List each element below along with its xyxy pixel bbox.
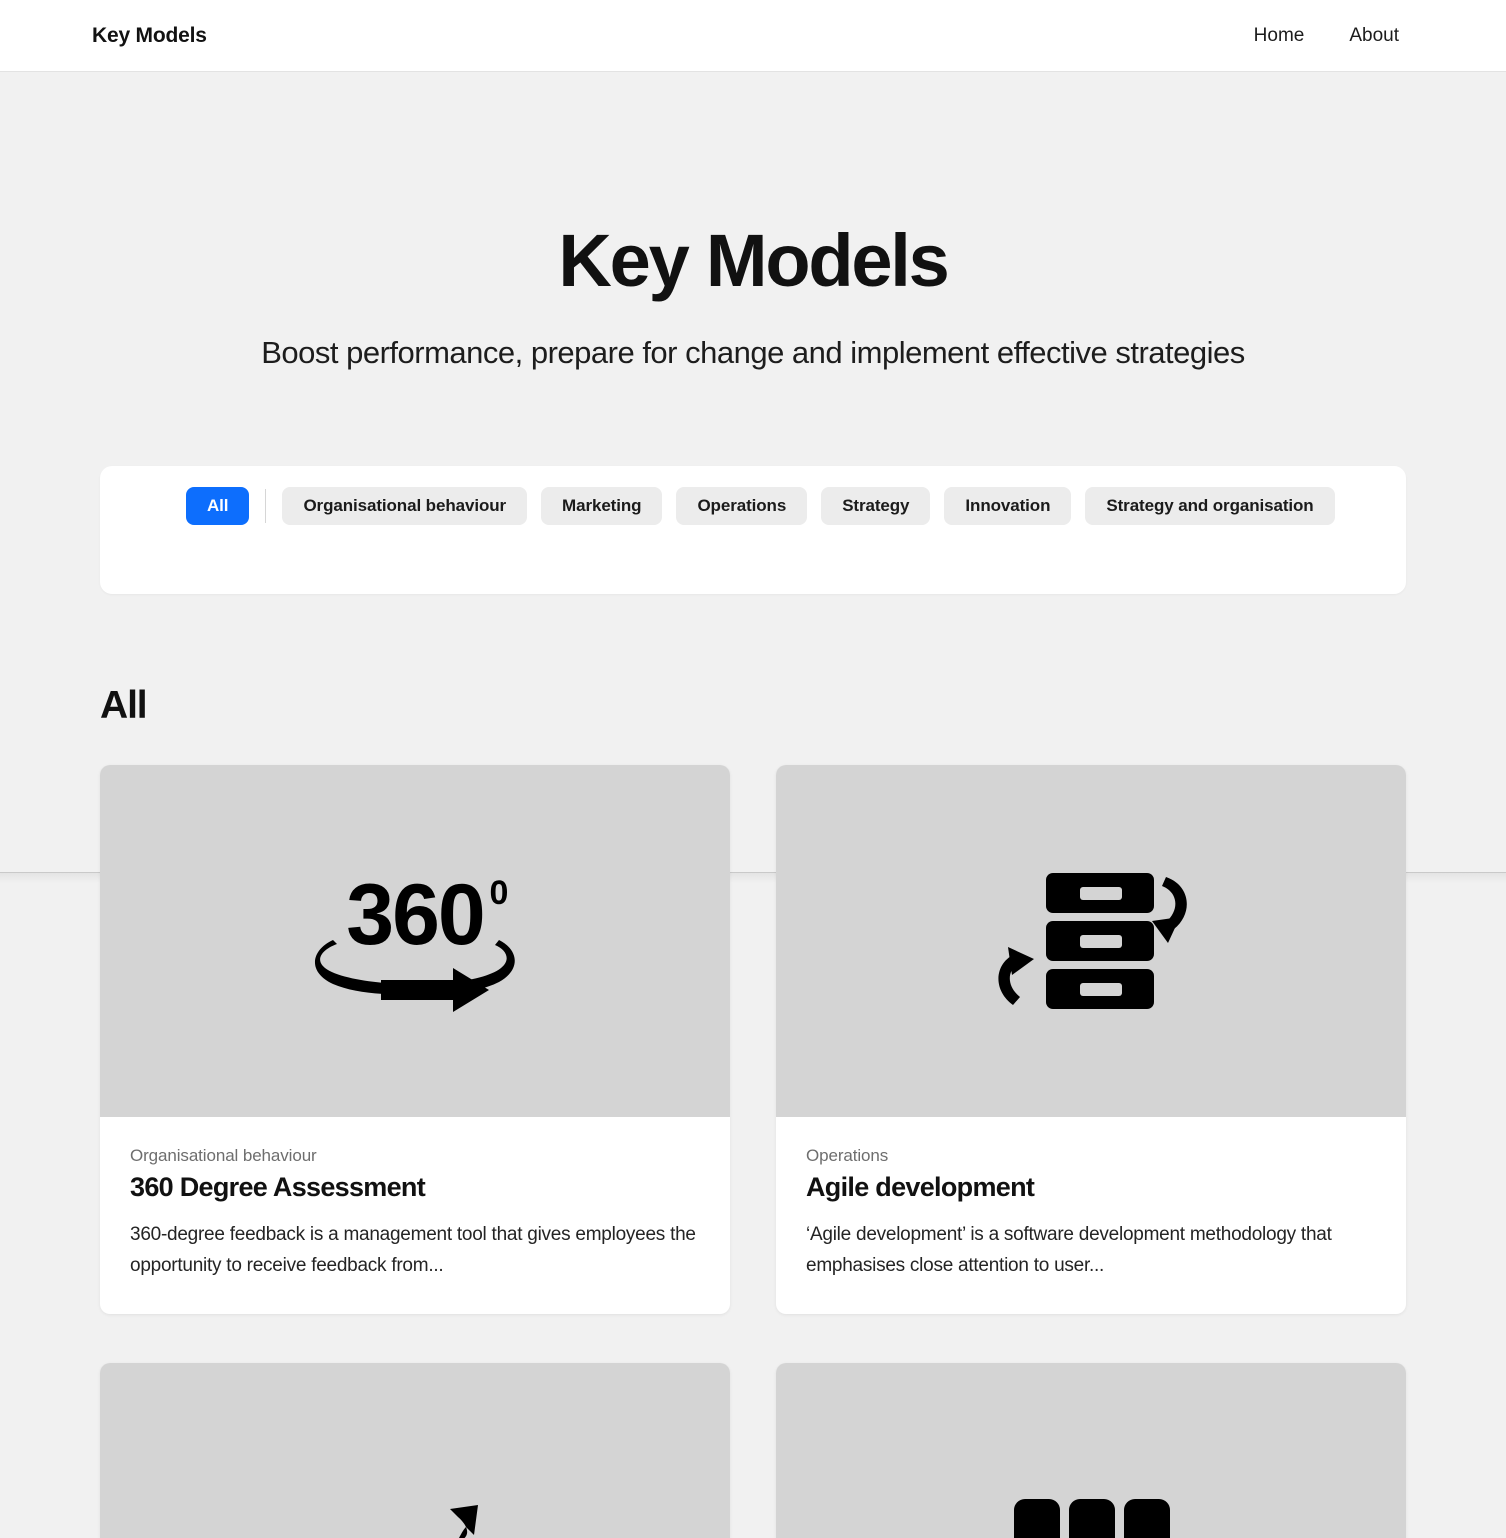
page-content: Key Models Boost performance, prepare fo… [0,72,1506,1538]
page-title: Key Models [558,219,949,302]
main-navigation: Home About [1254,25,1414,47]
three-squares-icon [1013,1499,1170,1538]
filter-pill-all[interactable]: All [186,486,250,525]
nav-link-about[interactable]: About [1349,25,1399,47]
page-subtitle: Boost performance, prepare for change an… [261,334,1245,370]
card-media [776,1362,1406,1538]
card-body: Organisational behaviour 360 Degree Asse… [100,1117,730,1314]
filter-pill-strategy-and-organisation[interactable]: Strategy and organisation [1085,486,1335,525]
filter-pill-row: All Organisational behaviour Marketing O… [124,486,1382,525]
hero-section: Key Models Boost performance, prepare fo… [100,72,1406,373]
card-description: ‘Agile development’ is a software develo… [806,1223,1332,1277]
section-heading: All [100,683,148,727]
svg-text:360: 360 [346,868,484,963]
filter-pill-organisational-behaviour[interactable]: Organisational behaviour [282,486,528,525]
card-title: Agile development [806,1171,1035,1202]
360-degree-icon: 360 0 [314,868,515,1013]
filter-pill-operations[interactable]: Operations [676,486,808,525]
filter-pill-innovation[interactable]: Innovation [944,486,1072,525]
model-card[interactable]: Operations Agile development ‘Agile deve… [776,764,1406,1314]
site-header: Key Models Home About [0,0,1506,72]
model-card[interactable]: 360 0 Organisational behaviour 360 Degre… [100,764,730,1314]
model-card-grid: 360 0 Organisational behaviour 360 Degre… [100,764,1406,1538]
card-category: Operations [806,1145,889,1165]
server-stack-cycle-icon [997,873,1187,1010]
filter-pill-strategy[interactable]: Strategy [821,486,931,525]
card-description: 360-degree feedback is a management tool… [130,1223,696,1277]
card-body: Operations Agile development ‘Agile deve… [776,1117,1406,1314]
card-title: 360 Degree Assessment [130,1171,426,1202]
filter-divider [265,488,267,523]
brand-logo[interactable]: Key Models [92,24,207,48]
arrow-curve-icon [449,1505,478,1538]
filter-pill-marketing[interactable]: Marketing [541,486,663,525]
card-category: Organisational behaviour [130,1145,317,1165]
svg-text:0: 0 [489,874,508,912]
model-card[interactable] [776,1362,1406,1538]
model-card[interactable] [100,1362,730,1538]
card-media: 360 0 [100,764,730,1117]
filter-panel: All Organisational behaviour Marketing O… [100,465,1406,594]
card-media [776,764,1406,1117]
card-media [100,1362,730,1538]
nav-link-home[interactable]: Home [1254,25,1305,47]
